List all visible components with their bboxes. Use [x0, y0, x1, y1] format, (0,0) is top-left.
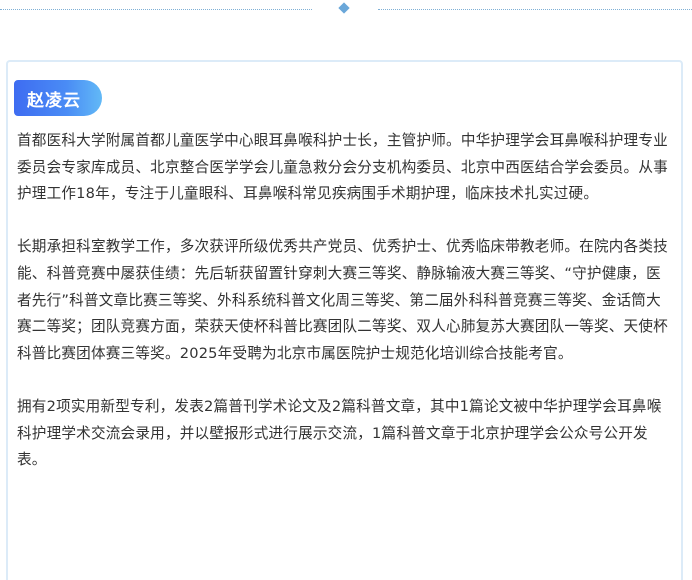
- diamond-icon: [338, 2, 350, 14]
- name-badge: 赵凌云: [14, 80, 102, 116]
- bio-paragraph: 长期承担科室教学工作，多次获评所级优秀共产党员、优秀护士、优秀临床带教老师。在院…: [17, 238, 668, 362]
- person-name: 赵凌云: [27, 90, 81, 111]
- bio-paragraph: 拥有2项实用新型专利，发表2篇普刊学术论文及2篇科普文章，其中1篇论文被中华护理…: [17, 397, 662, 469]
- divider-line-right: [378, 9, 692, 10]
- top-divider: [0, 0, 692, 20]
- bio-paragraph: 首都医科大学附属首都儿童医学中心眼耳鼻喉科护士长，主管护师。中华护理学会耳鼻喉科…: [17, 132, 668, 203]
- bio-text: 首都医科大学附属首都儿童医学中心眼耳鼻喉科护士长，主管护师。中华护理学会耳鼻喉科…: [17, 128, 673, 474]
- divider-line-left: [0, 9, 312, 10]
